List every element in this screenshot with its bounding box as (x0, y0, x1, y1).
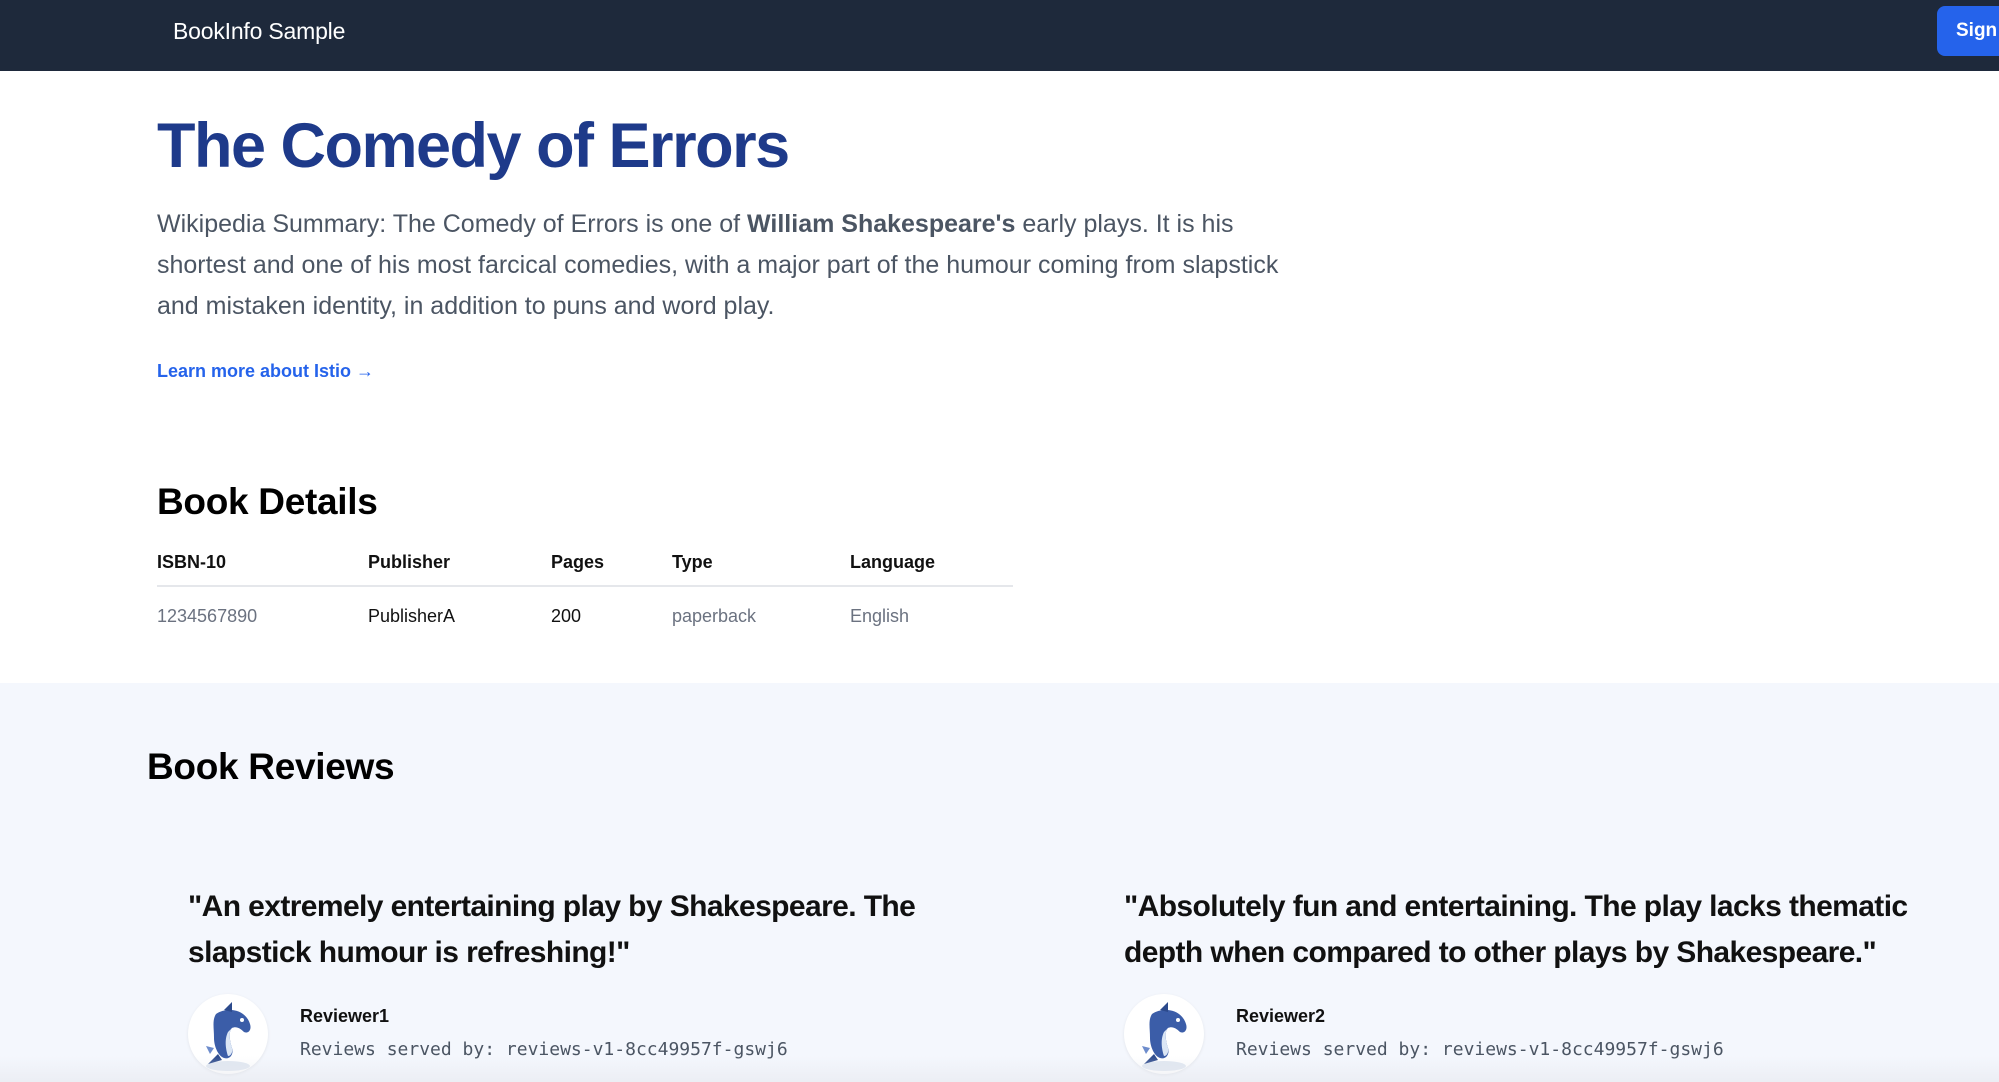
book-reviews-heading: Book Reviews (147, 746, 395, 787)
top-navbar: BookInfo Sample Sign in (0, 0, 1999, 71)
cell-type: paperback (672, 606, 757, 626)
header-isbn: ISBN-10 (157, 540, 368, 587)
header-pages: Pages (551, 540, 672, 587)
review-text: "Absolutely fun and entertaining. The pl… (1124, 890, 1908, 969)
cell-language: English (850, 606, 910, 626)
details-header-row: ISBN-10 Publisher Pages Type Language (157, 540, 1013, 587)
reviewer-name: Reviewer2 (1236, 1006, 1326, 1026)
review-card-1: "An extremely entertaining play by Shake… (188, 884, 1028, 1074)
book-title: The Comedy of Errors (157, 111, 790, 181)
bottom-shadow (0, 1056, 1999, 1082)
table-row: 1234567890 PublisherA 200 paperback Engl… (157, 586, 1013, 646)
review-card-2: "Absolutely fun and entertaining. The pl… (1124, 884, 1974, 1074)
summary-author: William Shakespeare's (747, 210, 1016, 238)
cell-pages: 200 (551, 606, 582, 626)
review-text: "An extremely entertaining play by Shake… (188, 890, 916, 969)
reviewer-name: Reviewer1 (300, 1006, 390, 1026)
header-language: Language (850, 540, 1013, 587)
brand-title[interactable]: BookInfo Sample (173, 17, 345, 45)
book-details-table: ISBN-10 Publisher Pages Type Language 12… (157, 540, 1013, 646)
cell-isbn: 1234567890 (157, 606, 258, 626)
cell-publisher: PublisherA (368, 606, 456, 626)
sign-in-button[interactable]: Sign in (1937, 6, 1999, 56)
summary-text-start: Wikipedia Summary: The Comedy of Errors … (157, 210, 748, 238)
header-publisher: Publisher (368, 540, 551, 587)
header-type: Type (672, 540, 850, 587)
book-summary: Wikipedia Summary: The Comedy of Errors … (157, 204, 1307, 327)
book-details-heading: Book Details (157, 481, 378, 522)
learn-more-link[interactable]: Learn more about Istio → (157, 359, 374, 383)
